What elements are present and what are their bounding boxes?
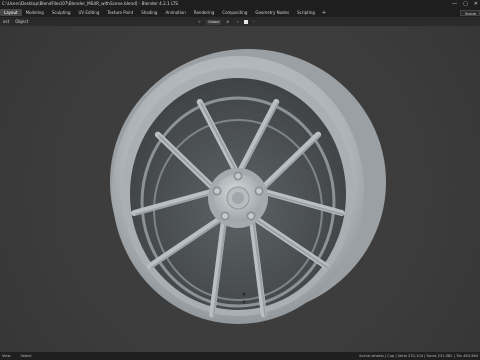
- tab-animation[interactable]: Animation: [161, 9, 189, 16]
- window-title: C:\Users\Desktop\BlendFiles\07\Blender_M…: [2, 1, 179, 6]
- scene-statistics: Scene.wheels | Cup | Verts 232,104 | Fac…: [359, 354, 478, 358]
- valve-hole: [242, 292, 246, 296]
- 3d-viewport[interactable]: [0, 26, 480, 352]
- menu-select[interactable]: ect: [0, 17, 12, 26]
- proportional-icon[interactable]: ◦: [250, 19, 257, 25]
- tab-rendering[interactable]: Rendering: [190, 9, 218, 16]
- orientation-icon[interactable]: ⊹: [196, 19, 204, 25]
- valve-hole: [242, 300, 246, 304]
- tab-geometry-nodes[interactable]: Geometry Nodes: [251, 9, 293, 16]
- pivot-icon[interactable]: ⊙: [224, 19, 232, 25]
- window-title-bar: C:\Users\Desktop\BlendFiles\07\Blender_M…: [0, 0, 480, 8]
- transform-orientation-dropdown[interactable]: Global: [206, 19, 222, 25]
- tab-layout[interactable]: Layout: [0, 9, 22, 16]
- center-cap-inner: [232, 192, 244, 204]
- close-icon[interactable]: ✕: [474, 1, 478, 7]
- add-workspace-button[interactable]: +: [319, 10, 329, 16]
- window-controls: — ▢ ✕: [452, 1, 478, 7]
- wheel-model: [110, 49, 386, 324]
- tab-shading[interactable]: Shading: [137, 9, 161, 16]
- transform-controls: ⊹ Global ⊙ ⌁ ◦: [196, 19, 257, 25]
- tab-uv-editing[interactable]: UV Editing: [75, 9, 104, 16]
- minimize-icon[interactable]: —: [452, 1, 457, 7]
- snap-icon[interactable]: ⌁: [234, 19, 241, 25]
- scene-selector[interactable]: Scene: [460, 9, 480, 16]
- tab-compositing[interactable]: Compositing: [218, 9, 251, 16]
- menu-object[interactable]: Object: [12, 17, 31, 26]
- tab-texture-paint[interactable]: Texture Paint: [103, 9, 137, 16]
- tab-modeling[interactable]: Modeling: [22, 9, 48, 16]
- status-select-hint: Select: [20, 354, 32, 358]
- workspace-tabs: Layout Modeling Sculpting UV Editing Tex…: [0, 8, 480, 17]
- status-view-hint: View: [2, 354, 11, 358]
- status-bar: View Select Scene.wheels | Cup | Verts 2…: [0, 352, 480, 360]
- tab-sculpting[interactable]: Sculpting: [48, 9, 75, 16]
- tab-scripting[interactable]: Scripting: [293, 9, 319, 16]
- maximize-icon[interactable]: ▢: [463, 1, 468, 7]
- snap-toggle-icon[interactable]: [243, 20, 248, 24]
